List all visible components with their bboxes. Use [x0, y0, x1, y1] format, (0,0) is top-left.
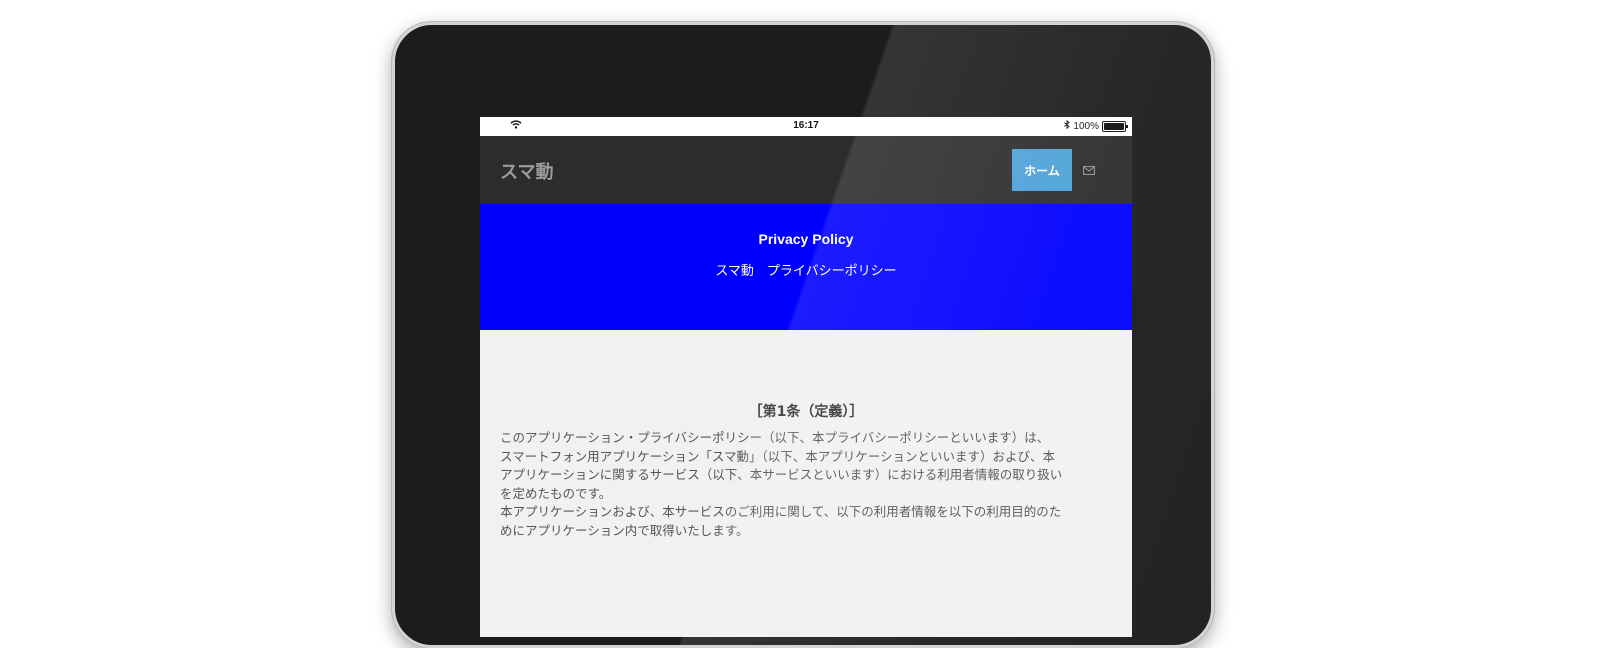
section-body: このアプリケーション・プライバシーポリシー（以下、本プライバシーポリシーといいま… — [500, 429, 1112, 540]
hero-subtitle: スマ動 プライバシーポリシー — [715, 264, 897, 279]
status-right-group: 100% — [1064, 119, 1128, 132]
device-screen: 16:17 100% スマ動 ホーム Privacy Policy スマ動 プラ… — [480, 117, 1132, 637]
top-navbar: スマ動 ホーム — [480, 136, 1132, 204]
section-heading: ［第1条（定義）］ — [748, 404, 864, 420]
battery-percent: 100% — [1073, 120, 1099, 132]
body-line: アプリケーションに関するサービス（以下、本サービスといいます）における利用者情報… — [500, 467, 1063, 482]
battery-icon — [1102, 120, 1128, 132]
status-time: 16:17 — [793, 120, 819, 131]
home-nav-button[interactable]: ホーム — [1012, 149, 1072, 191]
body-line: 本アプリケーションおよび、本サービスのご利用に関して、以下の利用者情報を以下の利… — [500, 504, 1062, 519]
body-line: を定めたものです。 — [500, 485, 612, 501]
hero-banner: Privacy Policy スマ動 プライバシーポリシー — [480, 204, 1132, 330]
envelope-icon[interactable] — [1082, 163, 1096, 177]
hero-title: Privacy Policy — [758, 231, 854, 247]
bluetooth-icon — [1064, 119, 1071, 132]
tablet-device-frame: 16:17 100% スマ動 ホーム Privacy Policy スマ動 プラ… — [392, 22, 1214, 648]
status-bar: 16:17 100% — [480, 117, 1132, 136]
body-line: スマートフォン用アプリケーション「スマ動」（以下、本アプリケーションといいます）… — [500, 448, 1056, 464]
battery-fill — [1104, 122, 1124, 130]
body-line: このアプリケーション・プライバシーポリシー（以下、本プライバシーポリシーといいま… — [500, 430, 1050, 445]
body-line: めにアプリケーション内で取得いたします。 — [500, 522, 749, 538]
main-content: ［第1条（定義）］ このアプリケーション・プライバシーポリシー（以下、本プライバ… — [480, 330, 1132, 637]
brand-logo[interactable]: スマ動 — [500, 158, 553, 184]
